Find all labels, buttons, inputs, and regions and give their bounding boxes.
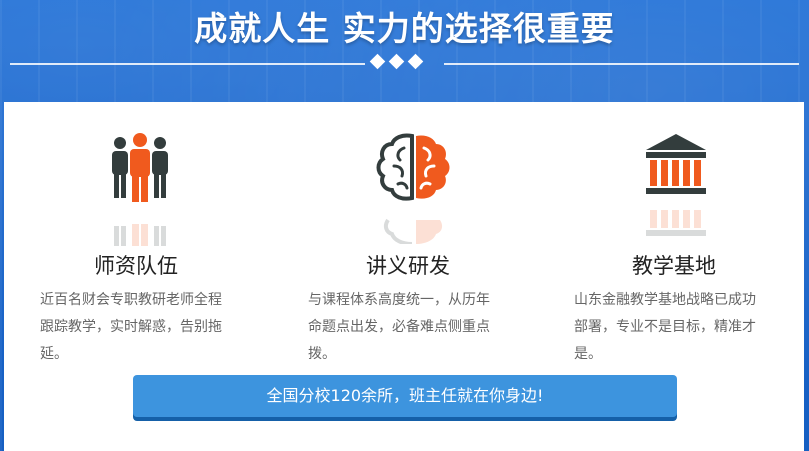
team-people-icon bbox=[112, 133, 168, 202]
desc-line: 部署，专业不是目标，精准才 bbox=[574, 319, 756, 335]
desc-line: 近百名财会专职教研老师全程 bbox=[40, 292, 222, 308]
desc-line: 拨。 bbox=[308, 346, 336, 362]
divider-right bbox=[444, 63, 799, 65]
branches-cta-button[interactable]: 全国分校120余所，班主任就在你身边! bbox=[133, 375, 677, 417]
desc-line: 是。 bbox=[574, 346, 602, 362]
icon-reflection bbox=[114, 224, 166, 246]
diamond-ornament bbox=[369, 53, 424, 70]
desc-line: 命题点出发，必备难点侧重点 bbox=[308, 319, 490, 335]
feature-description: 近百名财会专职教研老师全程 跟踪教学，实时解惑，告别拖 延。 bbox=[40, 287, 222, 368]
feature-title: 教学基地 bbox=[632, 254, 716, 278]
desc-line: 与课程体系高度统一，从历年 bbox=[308, 292, 490, 308]
feature-description: 山东金融教学基地战略已成功 部署，专业不是目标，精准才 是。 bbox=[574, 287, 756, 368]
icon-reflection bbox=[646, 210, 706, 236]
desc-line: 延。 bbox=[40, 346, 68, 362]
diamond-icon bbox=[407, 53, 424, 70]
feature-description: 与课程体系高度统一，从历年 命题点出发，必备难点侧重点 拨。 bbox=[308, 287, 490, 368]
desc-line: 跟踪教学，实时解惑，告别拖 bbox=[40, 319, 222, 335]
diamond-icon bbox=[388, 53, 405, 70]
icon-reflection bbox=[383, 218, 443, 244]
desc-line: 山东金融教学基地战略已成功 bbox=[574, 292, 756, 308]
brain-icon bbox=[376, 133, 450, 201]
feature-title: 师资队伍 bbox=[94, 254, 178, 278]
divider-left bbox=[10, 63, 365, 65]
diamond-icon bbox=[369, 53, 386, 70]
feature-title: 讲义研发 bbox=[366, 254, 450, 278]
page-title: 成就人生 实力的选择很重要 bbox=[194, 9, 615, 48]
